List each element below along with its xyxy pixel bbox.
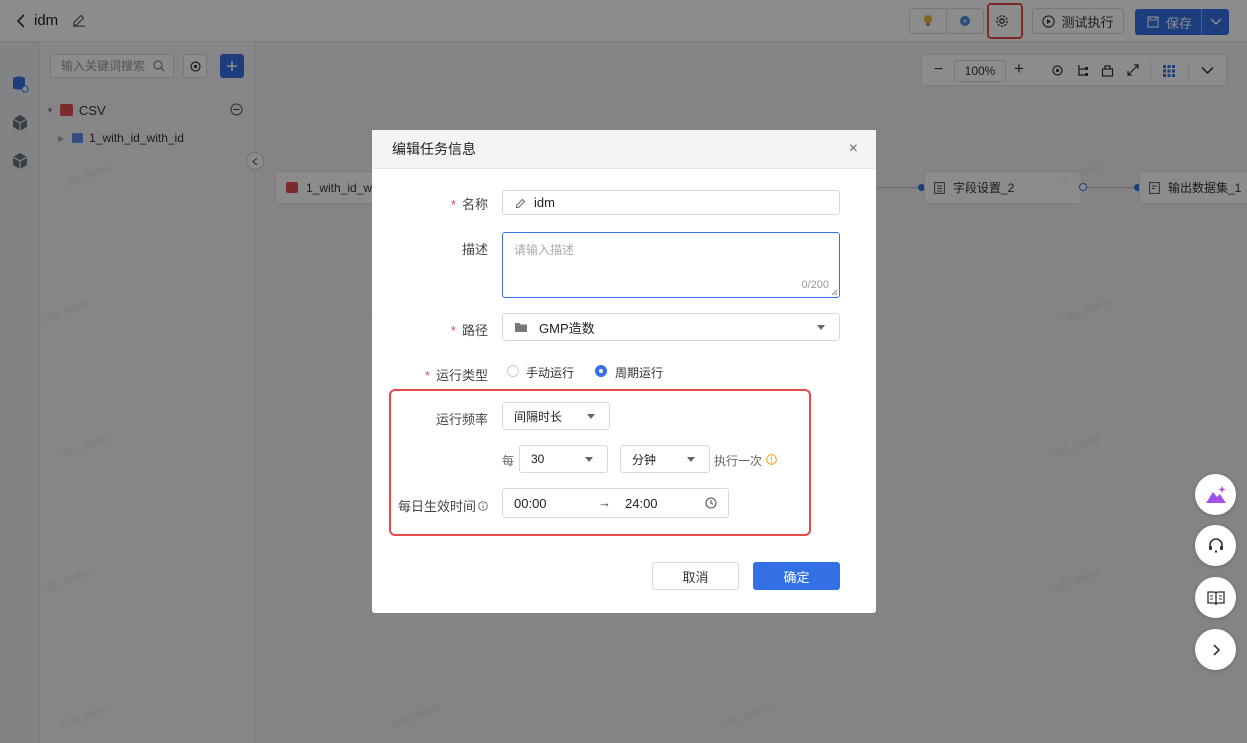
every-label: 每 [502,454,515,468]
description-textarea[interactable]: 请输入描述 0/200 [502,232,840,298]
resize-handle-icon[interactable] [831,289,838,296]
desc-placeholder: 请输入描述 [514,243,575,257]
cancel-button[interactable]: 取消 [652,562,739,590]
support-button[interactable] [1195,525,1236,566]
folder-icon [515,323,527,332]
interval-select[interactable]: 30 [519,445,608,473]
caret-down-icon [687,457,695,462]
frequency-value: 间隔时长 [514,409,563,424]
interval-value: 30 [531,452,545,466]
range-arrow: → [598,495,611,510]
name-input[interactable]: idm [502,190,840,215]
start-time[interactable]: 00:00 [514,496,547,511]
name-label: * 名称 [450,197,488,212]
effective-time-label: 每日生效时间 [392,496,488,515]
docs-button[interactable] [1195,577,1236,618]
caret-down-icon [817,325,825,330]
unit-select[interactable]: 分钟 [620,445,710,473]
confirm-button[interactable]: 确定 [753,562,840,590]
dialog-header: 编辑任务信息 × [372,130,876,169]
dialog-title: 编辑任务信息 [392,141,476,157]
chevron-right-icon [1212,643,1220,656]
path-select[interactable]: GMP造数 [502,313,840,341]
caret-down-icon [585,457,593,462]
ai-assistant-button[interactable] [1195,474,1236,515]
book-icon [1206,590,1225,605]
edit-task-dialog: 编辑任务信息 × * 名称 idm 描述 请输入描述 0/200 * 路径 GMP造… [372,130,876,613]
info-icon[interactable] [478,500,488,511]
caret-down-icon [587,414,595,419]
path-value: GMP造数 [539,320,595,336]
headset-icon [1208,537,1223,553]
periodic-run-radio[interactable] [595,365,607,377]
char-counter: 0/200 [801,279,829,291]
warning-info-icon[interactable] [766,454,777,465]
time-range-picker[interactable]: 00:00 → 24:00 [502,488,729,518]
edit-icon [516,198,526,208]
run-type-label: * 运行类型 [424,368,488,383]
desc-label: 描述 [461,242,488,257]
manual-run-radio[interactable] [507,365,519,377]
end-time[interactable]: 24:00 [625,496,658,511]
frequency-select[interactable]: 间隔时长 [502,402,610,430]
path-label: * 路径 [450,323,488,338]
clock-icon [705,497,717,509]
mountain-sparkle-icon [1205,485,1226,503]
frequency-label: 运行频率 [435,412,488,427]
expand-button[interactable] [1195,629,1236,670]
execute-once-label: 执行一次 [714,454,763,468]
manual-run-label[interactable]: 手动运行 [526,364,574,381]
close-icon[interactable]: × [849,141,858,157]
periodic-run-label[interactable]: 周期运行 [615,364,663,381]
unit-value: 分钟 [632,452,657,467]
name-value: idm [534,195,555,210]
